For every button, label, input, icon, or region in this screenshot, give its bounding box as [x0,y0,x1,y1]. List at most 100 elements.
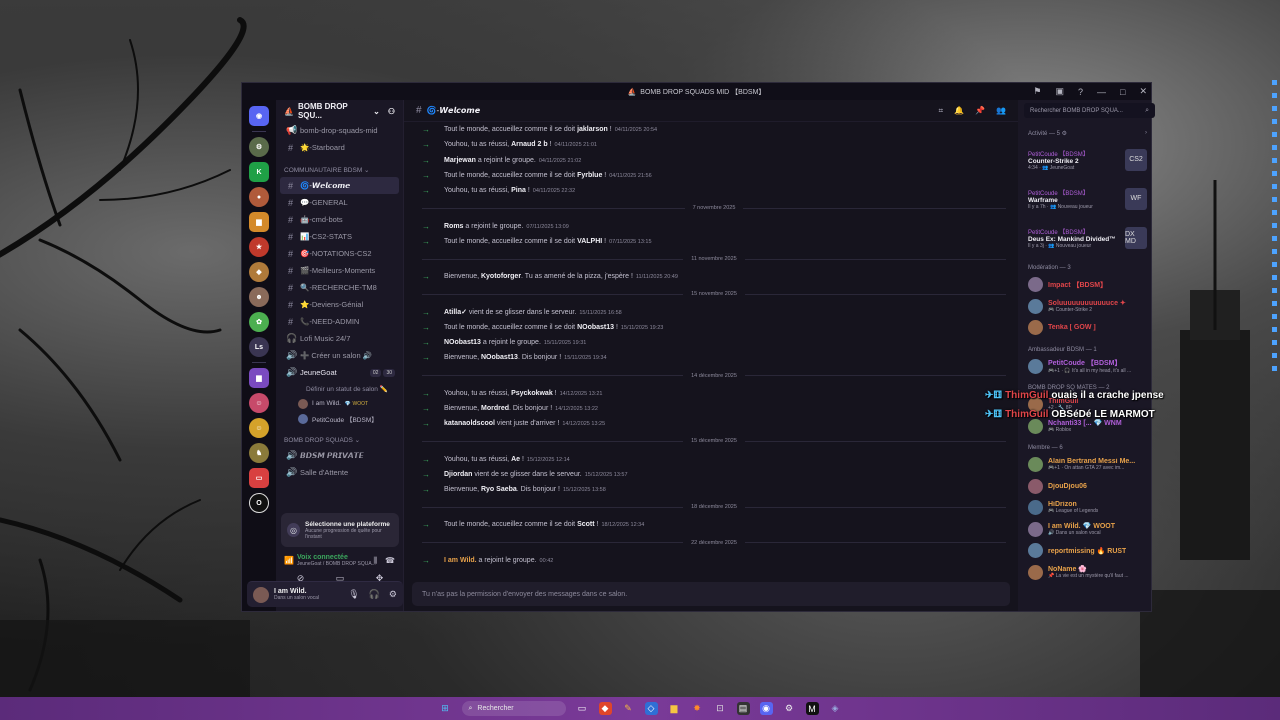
message-username[interactable]: Kyotoforger [481,273,521,280]
voice-user[interactable]: PetitCoude 【BDSM】 [276,411,403,426]
member-item[interactable]: PetitCoude 【BDSM】 🎮+1 · 🎧 It's all in my … [1018,356,1151,378]
server-icon-k[interactable]: K [249,162,269,182]
member-item[interactable]: NoName 🌸 📌 La vie est un mystère qu'il fa… [1018,562,1151,584]
message-username[interactable]: Atilla✓ [444,309,467,316]
message-username[interactable]: Arnaud 2 b [511,141,548,148]
windows-start-icon[interactable]: ⊞ [439,702,452,715]
channel-item[interactable]: # 🔍-RECHERCHE-TM8 [276,279,403,296]
channel-item[interactable]: 🎧 Lofi Music 24/7 [276,330,403,347]
disconnect-icon[interactable]: ☎ [385,556,395,566]
message-username[interactable]: Roms [444,223,463,230]
pin-icon[interactable]: 📌 [975,106,985,116]
channel-item[interactable]: # 🤖-cmd-bots [276,211,403,228]
message-username[interactable]: I am Wild. [444,557,477,564]
message-username[interactable]: NOobast13 [444,339,481,346]
message-username[interactable]: Mordred [481,405,509,412]
message-username[interactable]: Djiordan [444,471,472,478]
activity-card[interactable]: PetitCoude 【BDSM】 Warframe Il y a 7h · 👥 N… [1018,179,1151,218]
message-username[interactable]: Marjewan [444,157,476,164]
channel-item[interactable]: 🔊 Salle d'Attente [276,464,403,481]
microphone-icon[interactable]: 🎙 [348,589,359,600]
message-username[interactable]: VALPHI [577,238,602,245]
message-username[interactable]: Ae [511,456,520,463]
file-explorer-icon[interactable]: ▆ [668,702,681,715]
server-icon-3[interactable]: ● [249,187,269,207]
category-communautaire[interactable]: COMMUNAUTAIRE BDSM ⌄ [276,156,403,177]
channel-item[interactable]: # 💬-GENERAL [276,194,403,211]
message-username[interactable]: Scott [577,521,595,528]
store-icon[interactable]: ⊡ [714,702,727,715]
message-username[interactable]: Fyrblue [577,172,602,179]
channel-item[interactable]: # 🌀-𝙒𝙚𝙡𝙘𝙤𝙢𝙚 [280,177,399,194]
message-username[interactable]: jaklarson [577,126,608,133]
server-icon-5[interactable]: ★ [249,237,269,257]
channel-item[interactable]: 🔊 ➕ Créer un salon 🔊 [276,347,403,364]
server-icon-12[interactable]: ♞ [249,443,269,463]
member-item[interactable]: I am Wild. 💎 WOOT 🔊 Dans un salon vocal [1018,519,1151,541]
channel-item[interactable]: # 🎬-Meilleurs-Moments [276,262,403,279]
channel-item[interactable]: 🔊 𝘽𝘿𝙎𝙈 𝙋𝙍𝙄𝙑𝘼𝙏𝙀 [276,447,403,464]
inbox-icon[interactable]: ▣ [1055,86,1064,97]
avatar[interactable] [253,586,269,603]
server-icon-6[interactable]: ◆ [249,262,269,282]
message-username[interactable]: Pina [511,187,526,194]
channel-item[interactable]: 🔊 JeuneGoat 02 30 [276,364,403,381]
activity-card[interactable]: PetitCoude 【BDSM】 Counter-Strike 2 4:34 · … [1018,140,1151,179]
server-icon-14[interactable]: O [249,493,269,513]
server-icon-1[interactable]: ⚙ [249,137,269,157]
server-icon-8[interactable]: ✿ [249,312,269,332]
message-username[interactable]: Ryo Saeba [481,486,517,493]
member-item[interactable]: DjouDjou06 [1018,476,1151,498]
steam-icon[interactable]: ◈ [829,702,842,715]
game-icon[interactable]: ✸ [691,702,704,715]
bell-icon[interactable]: 🔔 [954,106,964,116]
server-icon-13[interactable]: ▭ [249,468,269,488]
minimize-button[interactable]: — [1097,87,1106,97]
headphones-icon[interactable]: 🎧 [369,589,380,600]
maximize-button[interactable]: □ [1120,87,1125,97]
terminal-icon[interactable]: ▤ [736,702,750,715]
noise-suppression-icon[interactable]: ⫼ [373,556,377,566]
channel-item[interactable]: # 📞-NEED-ADMIN [276,313,403,330]
folder-icon[interactable]: ▆ [249,212,269,232]
server-icon-11[interactable]: ☺ [249,418,269,438]
direct-messages-icon[interactable]: ◉ [249,106,269,126]
discord-icon[interactable]: ◉ [759,702,773,715]
add-member-icon[interactable]: ⚇ [388,107,395,116]
app-icon[interactable]: ◇ [644,702,658,715]
chevron-right-icon[interactable]: › [1145,130,1147,137]
channel-item[interactable]: # 🎯-NOTATIONS-CS2 [276,245,403,262]
member-item[interactable]: Soluuuuuuuuuuuuce ✦ 🎮 Counter-Strike 2 [1018,296,1151,318]
member-item[interactable]: Alain Bertrand Messi Me... 🎮+1 · On attan… [1018,454,1151,476]
taskbar-search[interactable]: ⌕ Rechercher [461,701,566,716]
member-item[interactable]: reportmissing 🔥 RUST [1018,540,1151,562]
close-button[interactable]: ✕ [1139,86,1147,97]
task-view-icon[interactable]: ▭ [576,702,589,715]
help-icon[interactable]: ? [1078,87,1083,97]
server-icon-10[interactable]: ☺ [249,393,269,413]
quest-panel[interactable]: ◎ Sélectionne une plateforme Aucune prog… [281,513,399,547]
server-icon-7[interactable]: ☻ [249,287,269,307]
server-icon-ls[interactable]: Ls [249,337,269,357]
message-username[interactable]: NOobast13 [577,324,614,331]
message-username[interactable]: katanaoldscool [444,420,495,427]
member-item[interactable]: HiDrizon 🎮 League of Legends [1018,497,1151,519]
channel-item[interactable]: # 🌟-Starboard [276,139,403,156]
member-item[interactable]: Tenka [ GOW ] [1018,317,1151,339]
folder-icon[interactable]: ▆ [249,368,269,388]
settings-gear-icon[interactable]: ⚙ [389,589,397,600]
voice-user[interactable]: I am Wild. 💎 WOOT [276,396,403,411]
brave-browser-icon[interactable]: ◆ [598,702,612,715]
channel-item[interactable]: 📢 bomb-drop-squads-mid [276,122,403,139]
category-bomb-drop-squads[interactable]: BOMB DROP SQUADS ⌄ [276,426,403,447]
channel-item[interactable]: # ⭐-Deviens-Génial [276,296,403,313]
server-header[interactable]: ⛵ BOMB DROP SQU... ⌄ ⚇ [276,100,403,122]
member-item[interactable]: Impact 【BDSM】 [1018,274,1151,296]
pencil-icon[interactable]: ✎ [622,702,635,715]
members-icon[interactable]: 👥 [996,106,1006,116]
server-search-input[interactable]: Rechercher BOMB DROP SQUA... ⌕ [1024,103,1155,118]
message-username[interactable]: NOobast13 [481,354,518,361]
channel-item[interactable]: # 📊-CS2-STATS [276,228,403,245]
threads-icon[interactable]: ⌗ [939,106,944,116]
activity-card[interactable]: PetitCoude 【BDSM】 Deus Ex: Mankind Divide… [1018,218,1151,257]
